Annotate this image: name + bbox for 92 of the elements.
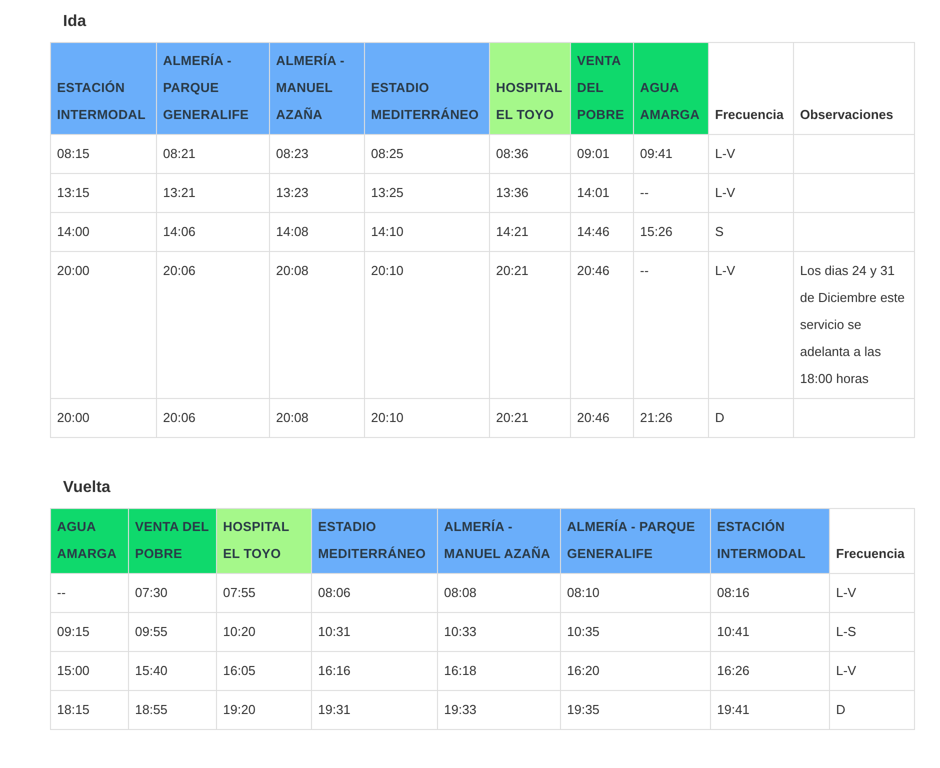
table-cell: 19:35 xyxy=(560,690,710,730)
table-cell: 08:15 xyxy=(50,134,156,174)
column-header: Frecuencia xyxy=(830,508,914,574)
table-cell: 20:08 xyxy=(270,398,364,438)
table-cell: 14:00 xyxy=(50,212,156,252)
table-cell: 07:30 xyxy=(128,574,216,612)
table-cell: 08:36 xyxy=(490,134,570,174)
table-cell: 19:20 xyxy=(216,690,312,730)
table-cell: D xyxy=(708,398,794,438)
column-header: ALMERÍA - MANUEL AZAÑA xyxy=(270,42,364,134)
table-cell: Los dias 24 y 31 de Diciembre este servicio se adelanta a las 18:00 horas xyxy=(794,252,914,398)
table-cell: -- xyxy=(634,174,708,212)
column-header: AGUA AMARGA xyxy=(50,508,128,574)
table-cell: 14:01 xyxy=(570,174,634,212)
table-cell: 13:21 xyxy=(156,174,270,212)
table-cell: 20:46 xyxy=(570,252,634,398)
section-title: Vuelta xyxy=(63,478,112,498)
table-cell: 19:33 xyxy=(438,690,560,730)
table-cell: 14:46 xyxy=(570,212,634,252)
table-cell: 20:10 xyxy=(364,398,490,438)
table-cell: 16:16 xyxy=(312,652,438,690)
table-cell: 08:16 xyxy=(710,574,830,612)
table-cell: 20:06 xyxy=(156,252,270,398)
table-cell: 08:06 xyxy=(312,574,438,612)
table-cell: 07:55 xyxy=(216,574,312,612)
table-cell: 19:41 xyxy=(710,690,830,730)
table-cell: 14:21 xyxy=(490,212,570,252)
table-cell: 18:55 xyxy=(128,690,216,730)
column-header: ALMERÍA - PARQUE GENERALIFE xyxy=(156,42,270,134)
table-cell: 09:41 xyxy=(634,134,708,174)
table-cell: 20:46 xyxy=(570,398,634,438)
table-cell: 15:00 xyxy=(50,652,128,690)
table-cell: L-V xyxy=(708,252,794,398)
table-cell: 14:10 xyxy=(364,212,490,252)
table-cell: 13:23 xyxy=(270,174,364,212)
section-title: Ida xyxy=(63,12,88,32)
table-cell: 19:31 xyxy=(312,690,438,730)
table-cell: 15:26 xyxy=(634,212,708,252)
table-cell: 20:06 xyxy=(156,398,270,438)
table-cell: 20:21 xyxy=(490,398,570,438)
table-cell: S xyxy=(708,212,794,252)
column-header: VENTA DEL POBRE xyxy=(570,42,634,134)
table-cell: 10:20 xyxy=(216,612,312,652)
table-cell: L-V xyxy=(830,652,914,690)
column-header: ESTACIÓN INTERMODAL xyxy=(710,508,830,574)
table-cell: D xyxy=(830,690,914,730)
table-cell: 13:15 xyxy=(50,174,156,212)
column-header: AGUA AMARGA xyxy=(634,42,708,134)
table-cell: 10:31 xyxy=(312,612,438,652)
column-header: Observaciones xyxy=(794,42,914,134)
table-cell: 08:10 xyxy=(560,574,710,612)
table-cell: 10:35 xyxy=(560,612,710,652)
column-header: ALMERÍA - MANUEL AZAÑA xyxy=(438,508,560,574)
table-cell: 16:05 xyxy=(216,652,312,690)
table-cell: 10:33 xyxy=(438,612,560,652)
table-cell: 20:08 xyxy=(270,252,364,398)
table-cell: 16:18 xyxy=(438,652,560,690)
table-cell: 14:08 xyxy=(270,212,364,252)
table-cell: 16:26 xyxy=(710,652,830,690)
table-cell: L-V xyxy=(830,574,914,612)
table-cell: 09:55 xyxy=(128,612,216,652)
table-cell: 08:25 xyxy=(364,134,490,174)
table-cell: 08:23 xyxy=(270,134,364,174)
column-header: Frecuencia xyxy=(708,42,794,134)
table-cell: 21:26 xyxy=(634,398,708,438)
table-cell: -- xyxy=(634,252,708,398)
table-cell: 08:21 xyxy=(156,134,270,174)
column-header: ESTADIO MEDITERRÁNEO xyxy=(364,42,490,134)
table-cell: 10:41 xyxy=(710,612,830,652)
table-cell: 09:01 xyxy=(570,134,634,174)
table-cell: L-S xyxy=(830,612,914,652)
table-cell: L-V xyxy=(708,134,794,174)
column-header: HOSPITAL EL TOYO xyxy=(490,42,570,134)
table-cell: 20:00 xyxy=(50,252,156,398)
column-header: HOSPITAL EL TOYO xyxy=(216,508,312,574)
column-header: VENTA DEL POBRE xyxy=(128,508,216,574)
column-header: ESTADIO MEDITERRÁNEO xyxy=(312,508,438,574)
table-cell: 13:25 xyxy=(364,174,490,212)
table-cell: 20:00 xyxy=(50,398,156,438)
table-cell: 13:36 xyxy=(490,174,570,212)
table-cell: 08:08 xyxy=(438,574,560,612)
table-cell: 18:15 xyxy=(50,690,128,730)
table-cell: L-V xyxy=(708,174,794,212)
table-cell: 15:40 xyxy=(128,652,216,690)
table-cell: 16:20 xyxy=(560,652,710,690)
table-cell: 20:10 xyxy=(364,252,490,398)
table-cell: 20:21 xyxy=(490,252,570,398)
table-cell: 09:15 xyxy=(50,612,128,652)
column-header: ESTACIÓN INTERMODAL xyxy=(50,42,156,134)
table-cell: -- xyxy=(50,574,128,612)
column-header: ALMERÍA - PARQUE GENERALIFE xyxy=(560,508,710,574)
table-cell: 14:06 xyxy=(156,212,270,252)
